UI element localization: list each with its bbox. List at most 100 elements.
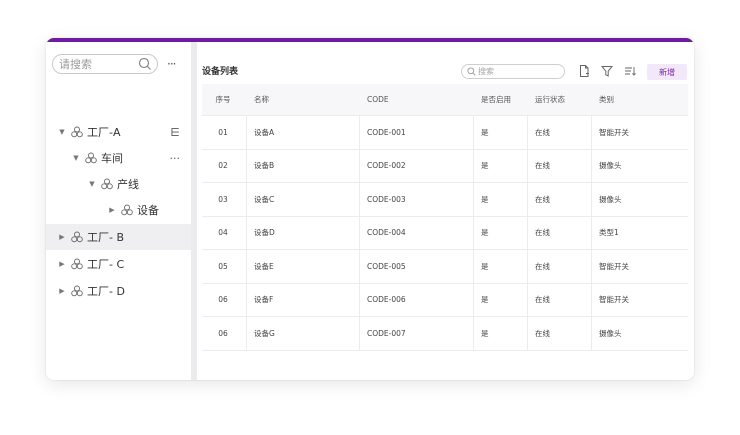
table-cell: CODE-002 (367, 161, 406, 171)
table-cell: 类型1 (599, 228, 619, 238)
table-cell: 是 (481, 194, 489, 204)
node-icon (101, 178, 113, 190)
table-cell: CODE-006 (367, 295, 406, 305)
table-header: 序号 名称 CODE 是否启用 运行状态 类别 (202, 84, 688, 116)
cell-divider (246, 183, 247, 216)
tree-item-factory-c[interactable]: ▶ 工厂- C (46, 251, 191, 277)
tree-item-label: 产线 (117, 178, 139, 191)
column-header[interactable]: CODE (367, 84, 467, 115)
caret-right-icon[interactable]: ▶ (108, 206, 116, 214)
column-header[interactable]: 名称 (254, 84, 354, 115)
column-header[interactable]: 类别 (599, 84, 679, 115)
table-cell: CODE-007 (367, 328, 406, 338)
caret-down-icon[interactable]: ▼ (72, 154, 80, 162)
table-cell: 04 (218, 228, 228, 238)
table-cell: 设备D (254, 228, 275, 238)
table-cell: 在线 (535, 127, 550, 137)
cell-divider (246, 283, 247, 316)
tree-item-device[interactable]: ▶ 设备 (46, 197, 191, 223)
tree-item-workshop[interactable]: ▼ 车间 ··· (46, 145, 191, 171)
table-row[interactable]: 06 设备F CODE-006 是 在线 智能开关 (202, 283, 688, 317)
cell-divider (359, 283, 360, 316)
table-cell: 是 (481, 127, 489, 137)
node-icon (71, 285, 83, 297)
table-cell: 在线 (535, 194, 550, 204)
tree-item-factory-b[interactable]: ▶ 工厂- B (46, 224, 191, 250)
table-cell: 智能开关 (599, 127, 629, 137)
table-row[interactable]: 05 设备E CODE-005 是 在线 智能开关 (202, 250, 688, 284)
table-cell: 在线 (535, 161, 550, 171)
sort-icon[interactable] (623, 64, 637, 78)
table-row[interactable]: 04 设备D CODE-004 是 在线 类型1 (202, 216, 688, 250)
cell-divider (359, 149, 360, 182)
tree-item-factory-d[interactable]: ▶ 工厂- D (46, 278, 191, 304)
node-icon (85, 152, 97, 164)
add-button[interactable]: 新增 (647, 64, 687, 80)
table-cell: 在线 (535, 328, 550, 338)
cell-divider (359, 250, 360, 283)
table-search-input[interactable]: 搜索 (461, 64, 565, 79)
table-row[interactable]: 01 设备A CODE-001 是 在线 智能开关 (202, 116, 688, 150)
sidebar-search-row: 请搜索 ··· (52, 54, 187, 74)
caret-right-icon[interactable]: ▶ (58, 233, 66, 241)
sidebar-search-input[interactable]: 请搜索 (52, 54, 158, 74)
page-title: 设备列表 (202, 67, 239, 77)
cell-divider (473, 149, 474, 182)
table-cell: 02 (218, 161, 228, 171)
table-cell: CODE-004 (367, 228, 406, 238)
table-cell: 设备G (254, 328, 275, 338)
caret-down-icon[interactable]: ▼ (58, 128, 66, 136)
cell-divider (246, 216, 247, 249)
table-cell: 摄像头 (599, 194, 622, 204)
tree-item-label: 工厂- B (87, 231, 125, 244)
caret-right-icon[interactable]: ▶ (58, 260, 66, 268)
table-row[interactable]: 06 设备G CODE-007 是 在线 摄像头 (202, 317, 688, 351)
node-icon (71, 258, 83, 270)
export-file-icon[interactable] (577, 64, 591, 78)
table-cell: 05 (218, 261, 228, 271)
cell-divider (359, 317, 360, 350)
search-icon[interactable] (138, 57, 152, 71)
filter-icon[interactable] (600, 64, 614, 78)
more-options-icon[interactable]: ··· (167, 54, 177, 74)
table-cell: 是 (481, 261, 489, 271)
table-cell: 设备C (254, 194, 275, 204)
tree-item-label: 工厂- D (87, 285, 125, 298)
node-icon (71, 231, 83, 243)
table-cell: 06 (218, 295, 228, 305)
collapse-menu-icon[interactable]: ⋿ (170, 126, 180, 139)
cell-divider (246, 250, 247, 283)
table-row[interactable]: 02 设备B CODE-002 是 在线 摄像头 (202, 149, 688, 183)
cell-divider (473, 250, 474, 283)
column-header[interactable]: 是否启用 (481, 84, 531, 115)
table-body: 01 设备A CODE-001 是在线 智能开关 02 设备B CODE-002 是在线 摄像头 0… (202, 116, 688, 351)
cell-divider (473, 183, 474, 216)
table-cell: 在线 (535, 261, 550, 271)
table-cell: CODE-001 (367, 127, 406, 137)
cell-divider (359, 216, 360, 249)
table-cell: 在线 (535, 295, 550, 305)
table-cell: CODE-003 (367, 194, 406, 204)
table-cell: 设备A (254, 127, 275, 137)
column-header[interactable]: 序号 (202, 84, 244, 115)
table-cell: 是 (481, 295, 489, 305)
table-cell: 智能开关 (599, 261, 629, 271)
tree-item-factory-a[interactable]: ▼ 工厂-A ⋿ (46, 119, 191, 145)
table-cell: 是 (481, 228, 489, 238)
more-options-icon[interactable]: ··· (170, 152, 181, 165)
table-row[interactable]: 03 设备C CODE-003 是 在线 摄像头 (202, 183, 688, 217)
caret-right-icon[interactable]: ▶ (58, 287, 66, 295)
tree-item-line[interactable]: ▼ 产线 (46, 171, 191, 197)
caret-down-icon[interactable]: ▼ (88, 180, 96, 188)
search-icon (467, 67, 476, 76)
tree-item-label: 工厂- C (87, 258, 125, 271)
column-header[interactable]: 运行状态 (535, 84, 595, 115)
main-panel: 设备列表 搜索 新增 序号 名称 CODE 是否启用 运行状态 类别 01 设备… (197, 42, 694, 380)
cell-divider (359, 116, 360, 149)
table-cell: 设备B (254, 161, 275, 171)
table-cell: 03 (218, 194, 228, 204)
cell-divider (246, 317, 247, 350)
cell-divider (246, 116, 247, 149)
device-table: 序号 名称 CODE 是否启用 运行状态 类别 01 设备A CODE-001 是在线… (202, 84, 688, 351)
table-cell: 摄像头 (599, 161, 622, 171)
